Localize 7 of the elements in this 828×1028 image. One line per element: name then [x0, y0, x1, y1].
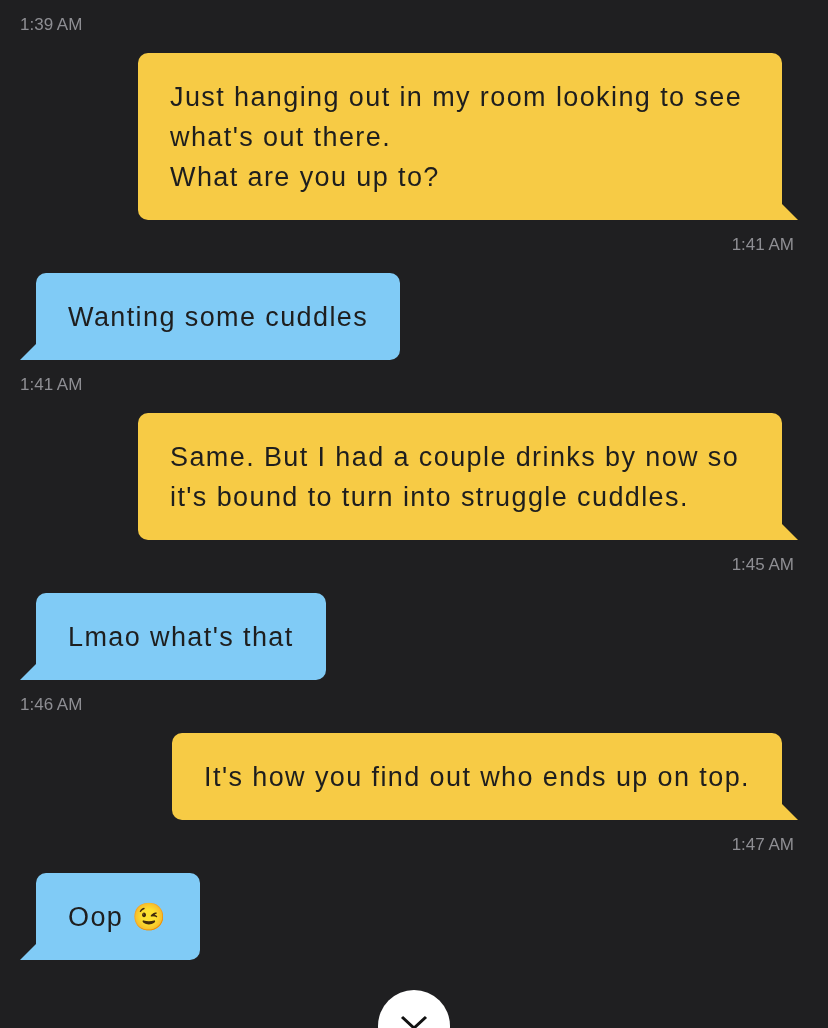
timestamp: 1:41 AM [20, 374, 83, 396]
timestamp: 1:47 AM [731, 834, 794, 856]
chevron-down-icon [399, 1014, 429, 1028]
timestamp: 1:45 AM [731, 554, 794, 576]
timestamp: 1:41 AM [731, 234, 794, 256]
timestamp: 1:39 AM [20, 14, 84, 36]
timestamp: 1:46 AM [20, 694, 83, 716]
